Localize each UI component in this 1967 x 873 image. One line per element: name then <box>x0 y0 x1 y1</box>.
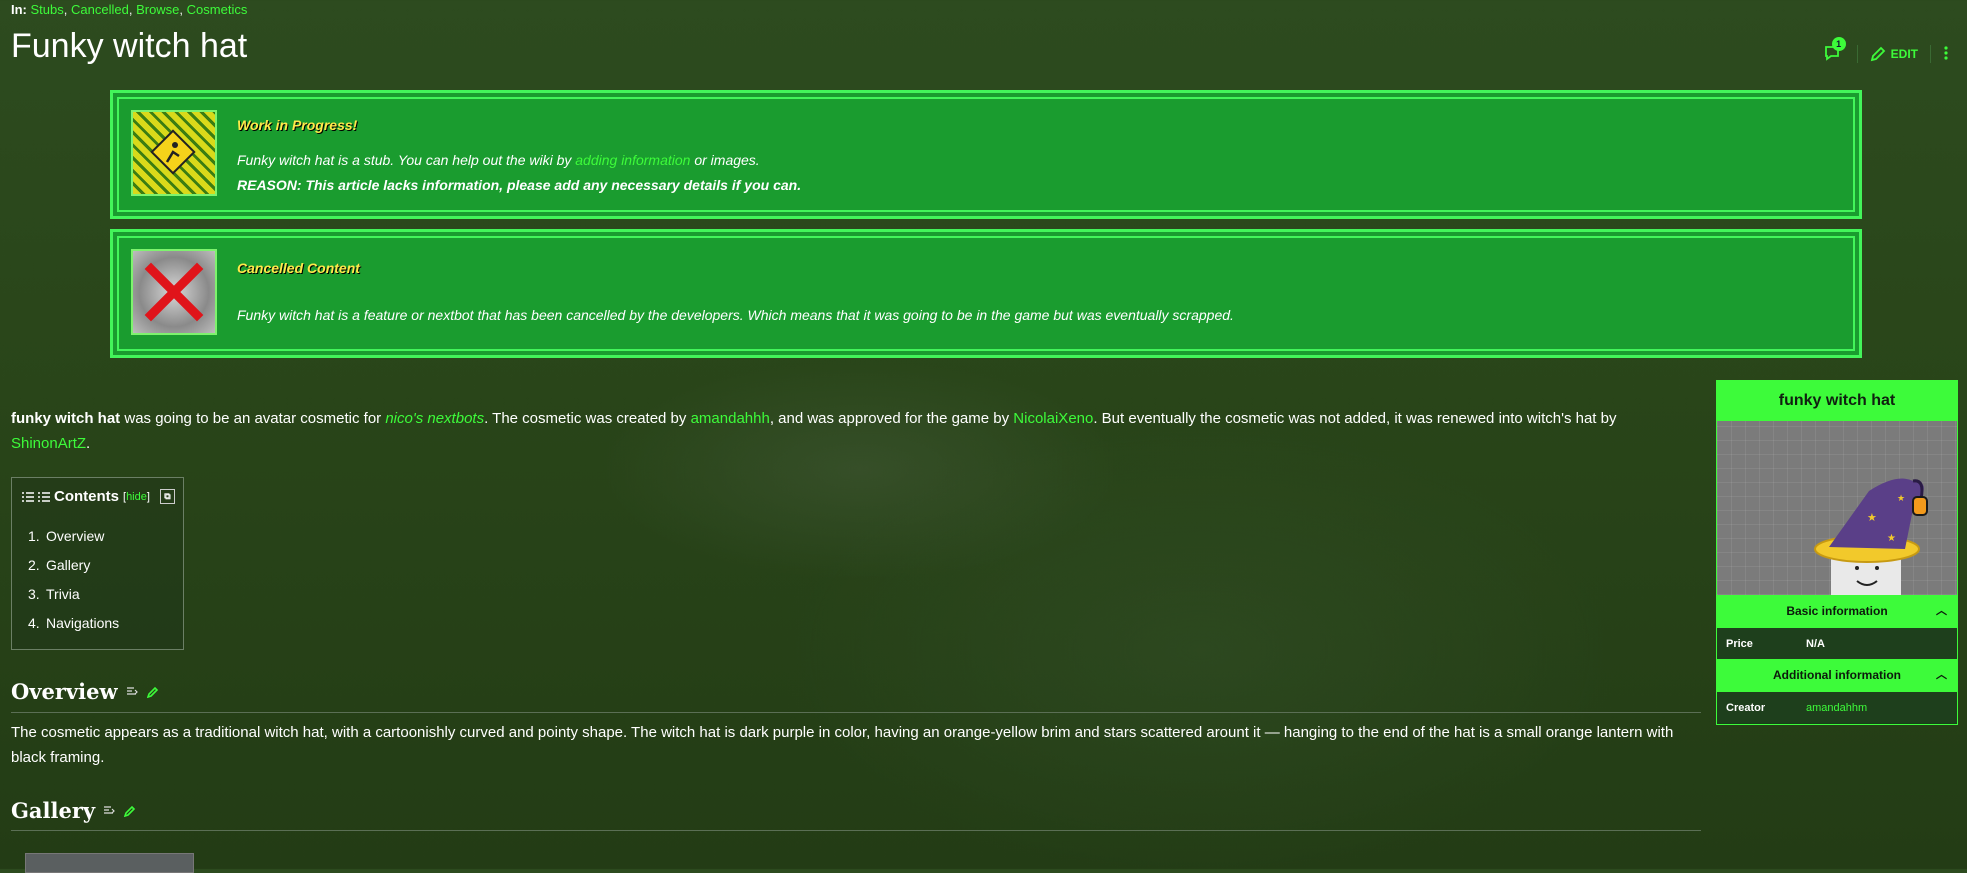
notice-text: Funky witch hat is a stub. You can help … <box>237 152 760 168</box>
approver-link[interactable]: NicolaiXeno <box>1013 410 1093 427</box>
intro-text: was going to be an avatar cosmetic for <box>120 410 386 427</box>
toc-item-number: 3. <box>28 586 40 602</box>
gallery-heading: Gallery <box>11 798 136 823</box>
svg-text:★: ★ <box>1867 512 1877 524</box>
toc-title: Contents <box>54 488 119 505</box>
creator-link[interactable]: amandahhh <box>691 410 770 427</box>
toolbar-divider <box>1930 45 1931 63</box>
section-heading-text: Gallery <box>11 798 96 823</box>
toc-item-number: 2. <box>28 557 40 573</box>
svg-text:★: ★ <box>1887 533 1896 544</box>
section-list-icon[interactable] <box>126 686 138 697</box>
pencil-icon[interactable] <box>124 805 136 817</box>
comment-count-badge: 1 <box>1831 37 1846 51</box>
edit-label: EDIT <box>1890 47 1918 61</box>
notice-text-part: or images. <box>690 152 760 168</box>
pencil-icon <box>1870 46 1885 62</box>
toc-item-number: 1. <box>28 528 40 544</box>
adding-information-link[interactable]: adding information <box>575 152 690 168</box>
list-icon <box>38 491 50 502</box>
subject-name: funky witch hat <box>11 410 121 427</box>
infobox-row-creator: Creator amandahhm <box>1717 692 1957 723</box>
notice-text: Funky witch hat is a feature or nextbot … <box>237 307 1234 323</box>
toc-item-gallery[interactable]: 2. Gallery <box>28 551 119 580</box>
toc-header: Contents [hide] ⧉ <box>22 488 175 505</box>
category-prefix: In: <box>11 2 27 17</box>
toc-hide-link[interactable]: hide <box>126 491 147 503</box>
notice-reason: REASON: This article lacks information, … <box>237 177 802 193</box>
infobox-title: funky witch hat <box>1717 381 1957 421</box>
creator-value-link[interactable]: amandahhm <box>1806 702 1867 714</box>
category-link-stubs[interactable]: Stubs <box>31 2 64 17</box>
category-link-browse[interactable]: Browse <box>136 2 179 17</box>
gallery-image[interactable] <box>25 853 194 873</box>
svg-text:★: ★ <box>1897 493 1905 503</box>
notice-inner-border <box>117 236 1855 351</box>
more-options-button[interactable] <box>1943 45 1949 64</box>
pencil-icon[interactable] <box>146 686 159 698</box>
game-link[interactable]: nico's nextbots <box>385 410 484 427</box>
infobox: funky witch hat ★ ★ ★ Basic information … <box>1716 380 1958 725</box>
page-title: Funky witch hat <box>11 27 248 65</box>
infobox-section-label: Additional information <box>1773 668 1901 682</box>
popout-icon[interactable]: ⧉ <box>159 489 175 504</box>
chevron-up-icon[interactable]: ︿ <box>1936 659 1947 692</box>
section-heading-text: Overview <box>11 679 118 704</box>
toc-item-trivia[interactable]: 3. Trivia <box>28 580 119 609</box>
toc-item-label: Trivia <box>46 586 80 602</box>
intro-paragraph: funky witch hat was going to be an avata… <box>11 406 1691 456</box>
section-divider <box>11 830 1701 831</box>
toc-item-navigations[interactable]: 4. Navigations <box>28 609 119 638</box>
vertical-dots-icon <box>1944 45 1948 60</box>
notice-title: Cancelled Content <box>237 260 360 276</box>
construction-sign-icon <box>131 110 217 196</box>
creator-label: Creator <box>1726 701 1766 714</box>
category-bar: In: Stubs, Cancelled, Browse, Cosmetics <box>11 2 248 17</box>
overview-heading: Overview <box>11 679 159 704</box>
basic-information-header[interactable]: Basic information ︿ <box>1717 595 1957 628</box>
list-icon <box>22 491 34 502</box>
category-link-cancelled[interactable]: Cancelled <box>71 2 129 17</box>
table-of-contents: Contents [hide] ⧉ 1. Overview 2. Gallery 3… <box>11 477 184 650</box>
notice-text-part: Funky witch hat is a stub. You can help … <box>237 152 576 168</box>
price-value: N/A <box>1806 637 1825 650</box>
toc-item-number: 4. <box>28 615 40 631</box>
toc-hide-toggle[interactable]: [hide] <box>123 491 150 503</box>
intro-text: . But eventually the cosmetic was not ad… <box>1093 410 1617 427</box>
witch-hat-image[interactable]: ★ ★ ★ <box>1717 421 1957 595</box>
infobox-row-price: Price N/A <box>1717 628 1957 659</box>
toc-item-label: Gallery <box>46 557 91 573</box>
notice-title: Work in Progress! <box>237 117 358 133</box>
section-divider <box>11 712 1701 713</box>
price-label: Price <box>1726 637 1753 650</box>
section-list-icon[interactable] <box>104 805 115 816</box>
toc-item-overview[interactable]: 1. Overview <box>28 522 119 551</box>
renewer-link[interactable]: ShinonArtZ <box>11 435 86 452</box>
toc-item-label: Overview <box>46 528 105 544</box>
intro-text: . The cosmetic was created by <box>484 410 691 427</box>
infobox-section-label: Basic information <box>1786 604 1888 618</box>
additional-information-header[interactable]: Additional information ︿ <box>1717 659 1957 692</box>
chevron-up-icon[interactable]: ︿ <box>1936 595 1947 628</box>
cancelled-x-icon <box>131 249 217 335</box>
intro-text: . <box>86 435 91 452</box>
page-toolbar: 1 EDIT <box>1823 37 1949 64</box>
comments-button[interactable]: 1 <box>1823 37 1846 64</box>
cancelled-notice: Cancelled Content Funky witch hat is a f… <box>110 229 1862 358</box>
toc-list: 1. Overview 2. Gallery 3. Trivia 4. Navigati… <box>12 522 119 638</box>
stub-notice: Work in Progress! Funky witch hat is a s… <box>110 90 1862 219</box>
toolbar-divider <box>1856 45 1858 63</box>
intro-text: , and was approved for the game by <box>769 410 1014 427</box>
edit-button[interactable]: EDIT <box>1870 46 1918 62</box>
category-link-cosmetics[interactable]: Cosmetics <box>187 2 248 17</box>
toc-item-label: Navigations <box>46 615 120 631</box>
overview-paragraph: The cosmetic appears as a traditional wi… <box>11 724 1674 766</box>
